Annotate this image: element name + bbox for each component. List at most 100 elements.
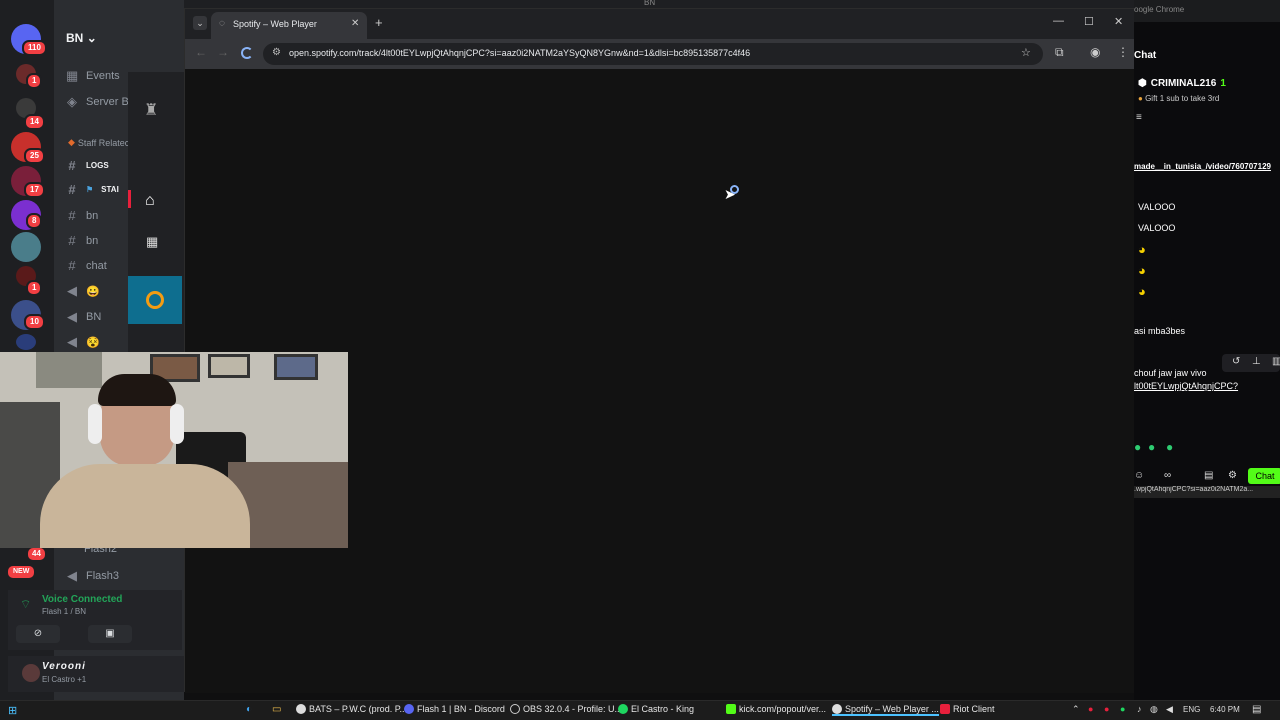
channel-star[interactable]: # ⚑ STAI [66,182,119,197]
chevron-down-icon: ⌄ [196,18,204,28]
screen-share-button[interactable]: ▣ [88,625,132,643]
channel-label: LOGS [86,161,109,170]
close-icon[interactable]: ✕ [351,18,359,29]
calendar-icon: ▦ [66,68,79,83]
tab-spotify[interactable]: ◌ Spotify – Web Player ✕ [211,12,367,39]
channel-bn1[interactable]: # bn [66,208,98,223]
server-name-button[interactable]: BN ⌄ [66,31,97,45]
taskbar-item-discord[interactable]: Flash 1 | BN - Discord [404,704,505,714]
channel-label: STAI [101,185,119,194]
plus-icon: + [375,15,383,30]
taskbar-item-obs[interactable]: OBS 32.0.4 - Profile: U... [510,704,622,714]
channel-server-boost[interactable]: ◈ Server Bo [66,94,135,110]
extensions-icon[interactable]: ⧉ [1055,45,1064,60]
taskbar-item-riot[interactable]: Riot Client [940,704,995,714]
avatar[interactable] [22,664,40,682]
gift-prompt[interactable]: ● Gift 1 sub to take 3rd [1138,94,1219,103]
server-icon[interactable] [16,334,36,350]
maximize-button[interactable]: ☐ [1084,15,1094,28]
store-icon[interactable]: ▤ [1204,470,1213,481]
mouse-pointer-icon: ➤ [724,186,736,202]
home-icon[interactable]: ⌂ [145,192,155,210]
server-badge: 10 [24,314,45,330]
tray-app-icon[interactable]: ● [1104,704,1109,714]
emote-icon[interactable]: ● [1134,440,1141,454]
category-staff[interactable]: ◆ Staff Relatec [68,137,129,148]
minimize-button[interactable]: — [1053,15,1064,27]
volume-icon[interactable]: ◀ [1166,704,1173,715]
chrome-icon [832,704,842,714]
forward-button[interactable]: → [217,45,229,59]
close-window-button[interactable]: ✕ [1114,15,1123,28]
tray-app-icon[interactable]: ● [1088,704,1093,714]
server-icon[interactable] [11,232,41,262]
channel-label: chat [86,259,107,272]
channel-bn2[interactable]: # bn [66,233,98,248]
minimize-icon: — [1053,15,1064,27]
wall-frame [274,354,318,380]
taskbar-item-chrome-bats[interactable]: BATS – P.W.C (prod. P... [296,704,407,714]
taskbar-item-kick[interactable]: kick.com/popout/ver... [726,704,826,714]
clock[interactable]: 6:40 PM [1210,705,1240,714]
edge-icon[interactable]: ◐ [246,704,252,715]
pin-icon[interactable]: ⊥ [1252,356,1261,367]
discord-icon [404,704,414,714]
profile-icon[interactable]: ◉ [1090,45,1100,59]
notification-icon[interactable]: ▤ [1252,704,1261,715]
voice-channel-1[interactable]: ◀ 😀 [66,283,100,299]
taskbar-item-spotify-chrome[interactable]: Spotify – Web Player ... [832,704,939,716]
camera-off-button[interactable]: ⊘ [16,625,60,643]
voice-location[interactable]: Flash 1 / BN [42,607,86,616]
site-info-icon[interactable]: ⚙ [272,47,281,58]
emoji-icon[interactable]: ☺ [1134,470,1144,481]
infinity-icon[interactable]: ∞ [1164,470,1171,481]
voice-channel-2[interactable]: ◀ 😵 [66,334,100,350]
star-icon[interactable]: ☆ [1021,46,1031,59]
channel-logs[interactable]: # LOGS [66,158,109,173]
delete-icon[interactable]: ▥ [1272,356,1280,367]
url-text: open.spotify.com/track/4lt00tEYLwpjQtAhq… [289,48,751,58]
forward-arrow-icon: → [217,45,229,59]
menu-icon[interactable]: ⋮ [1117,45,1129,59]
address-bar[interactable]: ⚙ open.spotify.com/track/4lt00tEYLwpjQtA… [263,43,1043,65]
voice-channel-bn[interactable]: ◀ BN [66,309,101,325]
taskbar-label: kick.com/popout/ver... [739,704,827,714]
maximize-icon: ☐ [1084,16,1094,28]
server-badge: 44 [26,546,47,562]
speaker-icon: ◀ [67,334,77,349]
channel-label: bn [86,234,99,247]
spotify-icon [618,704,628,714]
channel-chat[interactable]: # chat [66,258,107,273]
channel-events[interactable]: ▦ Events [66,68,120,84]
folder-icon[interactable]: ▭ [272,704,281,715]
tray-app-icon[interactable]: ● [1120,704,1125,714]
tab-search-button[interactable]: ⌄ [193,16,207,30]
back-button[interactable]: ← [195,45,207,59]
hash-icon: # [68,258,76,273]
gear-icon[interactable]: ⚙ [1228,470,1237,481]
emote-icon[interactable]: ● [1148,440,1155,454]
windows-start-icon[interactable]: ⊞ [8,704,17,717]
server-badge: 110 [22,40,47,56]
voice-channel-flash3[interactable]: ◀ Flash3 [66,568,119,584]
emote-icon[interactable]: ● [1166,440,1173,454]
chat-message-link[interactable]: lt00tEYLwpjQtAhqnjCPC? [1134,381,1238,391]
tray-chevron-icon[interactable]: ⌃ [1072,704,1080,715]
reply-icon[interactable]: ↺ [1232,356,1240,367]
new-tab-button[interactable]: + [375,15,383,30]
grid-icon[interactable]: ▦ [146,234,158,250]
network-icon[interactable]: ◍ [1150,704,1158,715]
chat-send-button[interactable]: Chat [1248,468,1280,484]
loading-spinner-icon[interactable] [241,47,253,59]
media-tile[interactable] [128,276,182,324]
chat-panel: Chat ⬢ CRIMINAL216 1 ● Gift 1 sub to tak… [1134,22,1280,700]
chat-link[interactable]: made__in_tunisia_/video/760707129 [1134,162,1271,171]
language-indicator[interactable]: ENG [1183,705,1200,714]
voice-panel: ⌔ Voice Connected Flash 1 / BN ⊘ ▣ [8,590,182,650]
channel-label: Events [86,70,120,82]
server-name: BN [66,31,84,45]
taskbar-item-spotify-app[interactable]: El Castro - King [618,704,694,714]
microphone-icon[interactable]: ♪ [1137,704,1142,714]
globe-icon: ◌ [219,18,225,29]
collapse-icon[interactable]: ≡ [1136,112,1142,123]
